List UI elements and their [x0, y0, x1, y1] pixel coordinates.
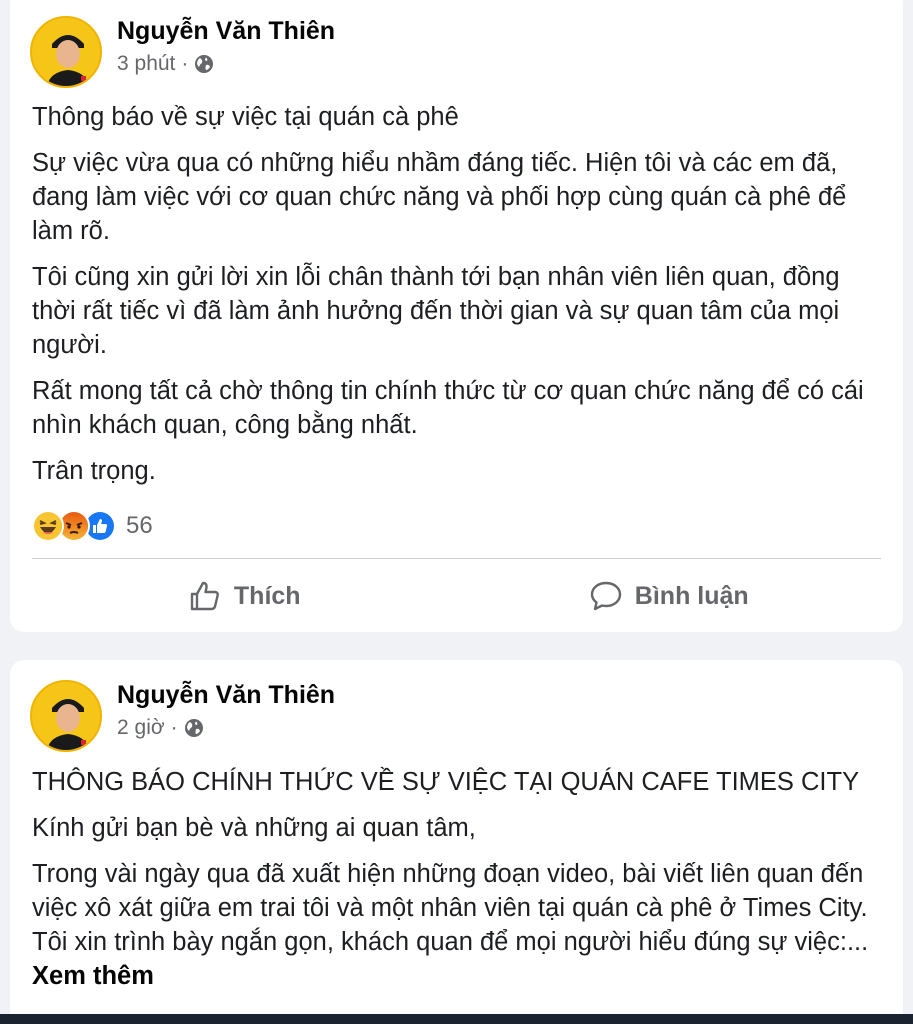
- post-time[interactable]: 3 phút: [117, 50, 175, 78]
- post-paragraph: THÔNG BÁO CHÍNH THỨC VỀ SỰ VIỆC TẠI QUÁN…: [32, 768, 860, 796]
- post-header: Nguyễn Văn Thiên 2 giờ ·: [30, 680, 335, 752]
- thumbs-up-icon: [190, 581, 219, 611]
- see-more-link[interactable]: Xem thêm: [32, 962, 154, 990]
- reaction-count: 56: [126, 512, 153, 539]
- like-label: Thích: [233, 581, 301, 610]
- post-meta: 3 phút ·: [117, 50, 335, 78]
- like-button[interactable]: Thích: [32, 568, 457, 624]
- post-paragraph-text: Trong vài ngày qua đã xuất hiện những đo…: [32, 860, 869, 956]
- post-actions: Thích Bình luận: [32, 568, 881, 624]
- post-time[interactable]: 2 giờ: [117, 714, 165, 742]
- globe-icon: [184, 719, 203, 737]
- post-meta: 2 giờ ·: [117, 714, 335, 742]
- globe-icon: [195, 55, 214, 73]
- comment-label: Bình luận: [634, 581, 749, 610]
- post-paragraph: Tôi cũng xin gửi lời xin lỗi chân thành …: [32, 263, 840, 359]
- comment-icon: [590, 581, 621, 611]
- post-message: THÔNG BÁO CHÍNH THỨC VỀ SỰ VIỆC TẠI QUÁN…: [32, 765, 883, 1005]
- post-paragraph: Trong vài ngày qua đã xuất hiện những đo…: [32, 857, 883, 993]
- post-message: Thông báo về sự việc tại quán cà phê Sự …: [32, 100, 883, 500]
- post-card: Nguyễn Văn Thiên 2 giờ · THÔNG BÁO CHÍNH…: [10, 660, 903, 1024]
- post-paragraph: Trân trọng.: [32, 457, 156, 485]
- reactions-summary[interactable]: 56: [32, 510, 153, 542]
- haha-icon: [32, 510, 64, 542]
- divider: [32, 558, 881, 559]
- avatar[interactable]: [30, 16, 102, 88]
- author-name[interactable]: Nguyễn Văn Thiên: [117, 680, 335, 710]
- post-paragraph: Thông báo về sự việc tại quán cà phê: [32, 103, 459, 131]
- media-preview[interactable]: [0, 1014, 913, 1024]
- post-paragraph: Sự việc vừa qua có những hiểu nhầm đáng …: [32, 149, 847, 245]
- post-card: Nguyễn Văn Thiên 3 phút · Thông báo về s…: [10, 0, 903, 632]
- author-name[interactable]: Nguyễn Văn Thiên: [117, 16, 335, 46]
- meta-separator: ·: [170, 716, 178, 739]
- post-paragraph: Rất mong tất cả chờ thông tin chính thức…: [32, 377, 864, 439]
- meta-separator: ·: [181, 52, 189, 75]
- comment-button[interactable]: Bình luận: [457, 568, 882, 624]
- post-header: Nguyễn Văn Thiên 3 phút ·: [30, 16, 335, 88]
- avatar[interactable]: [30, 680, 102, 752]
- post-paragraph: Kính gửi bạn bè và những ai quan tâm,: [32, 814, 476, 842]
